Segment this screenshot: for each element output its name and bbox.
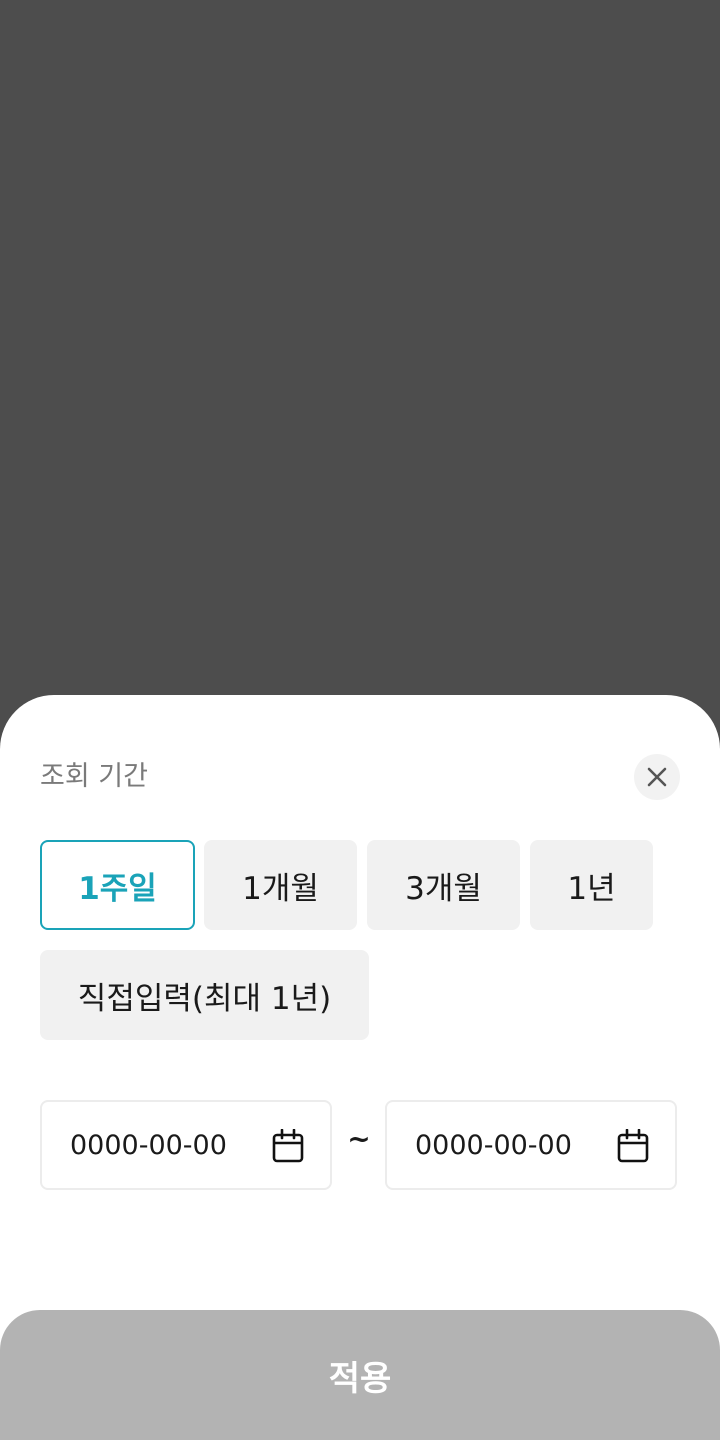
apply-button[interactable]: 적용 <box>0 1310 720 1440</box>
sheet-title: 조회 기간 <box>40 761 148 792</box>
close-button[interactable] <box>634 754 680 800</box>
end-date-text: 0000-00-00 <box>415 1129 572 1161</box>
period-chip-1year[interactable]: 1년 <box>530 840 653 930</box>
end-date-field[interactable]: 0000-00-00 <box>385 1100 677 1190</box>
start-date-field[interactable]: 0000-00-00 <box>40 1100 332 1190</box>
calendar-icon <box>272 1129 304 1163</box>
close-icon <box>647 767 667 787</box>
date-range-separator: ~ <box>347 1122 371 1155</box>
period-chip-1week[interactable]: 1주일 <box>40 840 195 930</box>
calendar-icon <box>617 1129 649 1163</box>
period-chip-custom-input[interactable]: 직접입력(최대 1년) <box>40 950 369 1040</box>
start-date-text: 0000-00-00 <box>70 1129 227 1161</box>
period-chip-1month[interactable]: 1개월 <box>204 840 357 930</box>
period-chip-3months[interactable]: 3개월 <box>367 840 520 930</box>
